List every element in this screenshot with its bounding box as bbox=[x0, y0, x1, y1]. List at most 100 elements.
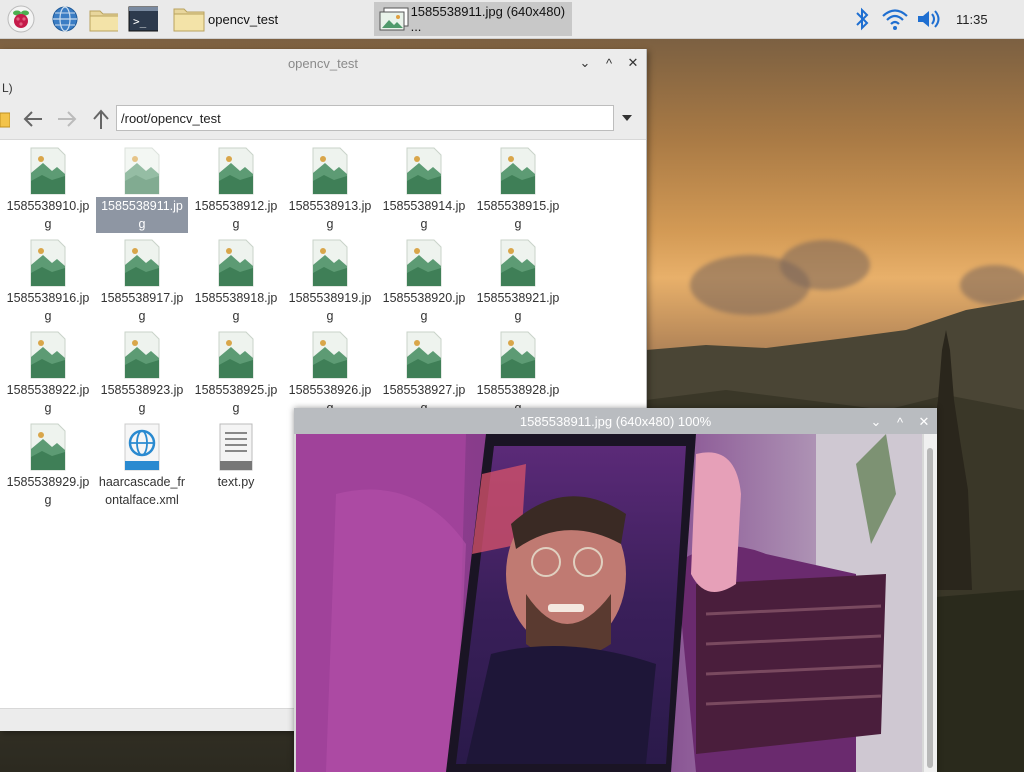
file-item[interactable]: 1585538926.jpg bbox=[284, 331, 376, 417]
file-item[interactable]: 1585538911.jpg bbox=[96, 147, 188, 233]
image-file-icon bbox=[216, 331, 256, 379]
file-item[interactable]: 1585538923.jpg bbox=[96, 331, 188, 417]
taskbar-task-file-manager[interactable]: opencv_test bbox=[172, 2, 372, 36]
file-item[interactable]: 1585538921.jpg bbox=[472, 239, 564, 325]
file-name: 1585538921.jpg bbox=[476, 291, 560, 323]
taskbar-task-label: 1585538911.jpg (640x480) ... bbox=[410, 4, 566, 34]
file-item[interactable]: 1585538929.jpg bbox=[2, 423, 94, 509]
bluetooth-icon[interactable] bbox=[850, 5, 874, 33]
file-name: 1585538911.jpg bbox=[96, 197, 188, 233]
arrow-right-icon bbox=[58, 111, 77, 127]
image-file-icon bbox=[310, 147, 350, 195]
path-dropdown-button[interactable] bbox=[620, 111, 634, 126]
image-file-icon bbox=[216, 147, 256, 195]
image-file-icon bbox=[122, 239, 162, 287]
image-file-icon bbox=[28, 331, 68, 379]
file-item[interactable]: 1585538915.jpg bbox=[472, 147, 564, 233]
image-file-icon bbox=[122, 147, 162, 195]
file-name: 1585538914.jpg bbox=[382, 199, 466, 231]
file-name: 1585538910.jpg bbox=[6, 199, 90, 231]
image-file-icon bbox=[404, 331, 444, 379]
vertical-scrollbar[interactable] bbox=[924, 434, 937, 772]
image-file-icon bbox=[122, 331, 162, 379]
file-item[interactable]: 1585538925.jpg bbox=[190, 331, 282, 417]
file-item[interactable]: 1585538928.jpg bbox=[472, 331, 564, 417]
image-file-icon bbox=[310, 331, 350, 379]
file-name: 1585538916.jpg bbox=[6, 291, 90, 323]
minimize-button[interactable]: ⌄ bbox=[869, 414, 883, 429]
forward-button[interactable] bbox=[52, 104, 82, 134]
file-name: 1585538915.jpg bbox=[476, 199, 560, 231]
image-file-icon bbox=[216, 239, 256, 287]
xml-file-icon bbox=[122, 423, 162, 471]
file-name: 1585538920.jpg bbox=[382, 291, 466, 323]
window-title: 1585538911.jpg (640x480) 100% bbox=[519, 413, 712, 429]
image-file-icon bbox=[498, 147, 538, 195]
file-item[interactable]: 1585538922.jpg bbox=[2, 331, 94, 417]
image-file-icon bbox=[498, 239, 538, 287]
file-item[interactable]: haarcascade_frontalface.xml bbox=[96, 423, 188, 509]
close-button[interactable]: ✕ bbox=[626, 55, 640, 70]
file-name: 1585538929.jpg bbox=[6, 475, 90, 507]
system-tray: 11:35 bbox=[850, 0, 988, 38]
maximize-button[interactable]: ^ bbox=[893, 415, 907, 430]
terminal-icon: >_ bbox=[128, 6, 158, 32]
file-name: text.py bbox=[217, 475, 255, 489]
raspberry-menu-button[interactable] bbox=[6, 5, 36, 33]
file-item[interactable]: 1585538927.jpg bbox=[378, 331, 470, 417]
wifi-icon[interactable] bbox=[878, 5, 912, 33]
image-file-icon bbox=[28, 147, 68, 195]
svg-text:>_: >_ bbox=[133, 15, 147, 28]
terminal-launcher[interactable]: >_ bbox=[128, 5, 158, 33]
clock[interactable]: 11:35 bbox=[956, 12, 988, 27]
up-button[interactable] bbox=[86, 104, 116, 134]
close-button[interactable]: ✕ bbox=[917, 414, 931, 429]
file-item[interactable]: 1585538917.jpg bbox=[96, 239, 188, 325]
arrow-up-icon bbox=[93, 109, 109, 129]
wallpaper-cloud bbox=[780, 240, 870, 290]
file-item[interactable]: 1585538918.jpg bbox=[190, 239, 282, 325]
file-manager-titlebar[interactable]: opencv_test ⌄ ^ ✕ bbox=[0, 49, 646, 77]
folder-icon bbox=[173, 8, 205, 32]
window-title: opencv_test bbox=[287, 55, 359, 71]
minimize-button[interactable]: ⌄ bbox=[578, 55, 592, 70]
file-name: 1585538923.jpg bbox=[100, 383, 184, 415]
taskbar: >_ opencv_test 1585538911.jpg (640x480) … bbox=[0, 0, 1024, 39]
image-file-icon bbox=[28, 423, 68, 471]
file-item[interactable]: 1585538916.jpg bbox=[2, 239, 94, 325]
file-item[interactable]: 1585538910.jpg bbox=[2, 147, 94, 233]
taskbar-task-label: opencv_test bbox=[208, 11, 279, 27]
volume-icon[interactable] bbox=[914, 5, 944, 33]
displayed-photo bbox=[296, 434, 922, 772]
image-viewer-titlebar[interactable]: 1585538911.jpg (640x480) 100% ⌄ ^ ✕ bbox=[294, 408, 937, 434]
menu-bar: L) bbox=[0, 77, 646, 99]
image-file-icon bbox=[404, 147, 444, 195]
image-viewer-window: 1585538911.jpg (640x480) 100% ⌄ ^ ✕ bbox=[294, 408, 937, 772]
file-item[interactable]: 1585538919.jpg bbox=[284, 239, 376, 325]
arrow-left-icon bbox=[23, 111, 42, 127]
maximize-button[interactable]: ^ bbox=[602, 56, 616, 71]
file-manager-launcher[interactable] bbox=[88, 5, 118, 33]
scrollbar-thumb[interactable] bbox=[927, 448, 933, 768]
toolbar: /root/opencv_test bbox=[0, 99, 646, 140]
folder-icon bbox=[0, 112, 10, 128]
file-item[interactable]: 1585538912.jpg bbox=[190, 147, 282, 233]
raspberry-icon bbox=[7, 5, 35, 33]
back-button[interactable] bbox=[18, 104, 48, 134]
file-item[interactable]: text.py bbox=[190, 423, 282, 491]
file-item[interactable]: 1585538914.jpg bbox=[378, 147, 470, 233]
image-file-icon bbox=[310, 239, 350, 287]
file-name: 1585538925.jpg bbox=[194, 383, 278, 415]
path-input[interactable]: /root/opencv_test bbox=[116, 105, 614, 131]
file-item[interactable]: 1585538920.jpg bbox=[378, 239, 470, 325]
chevron-down-icon bbox=[622, 115, 632, 121]
image-file-icon bbox=[404, 239, 444, 287]
menu-item-partial[interactable]: L) bbox=[2, 81, 13, 95]
browser-globe-icon bbox=[52, 6, 78, 32]
new-folder-button[interactable] bbox=[0, 104, 10, 134]
taskbar-task-image-viewer[interactable]: 1585538911.jpg (640x480) ... bbox=[374, 2, 572, 36]
file-item[interactable]: 1585538913.jpg bbox=[284, 147, 376, 233]
file-name: 1585538919.jpg bbox=[288, 291, 372, 323]
web-browser-launcher[interactable] bbox=[50, 5, 80, 33]
image-file-icon bbox=[498, 331, 538, 379]
